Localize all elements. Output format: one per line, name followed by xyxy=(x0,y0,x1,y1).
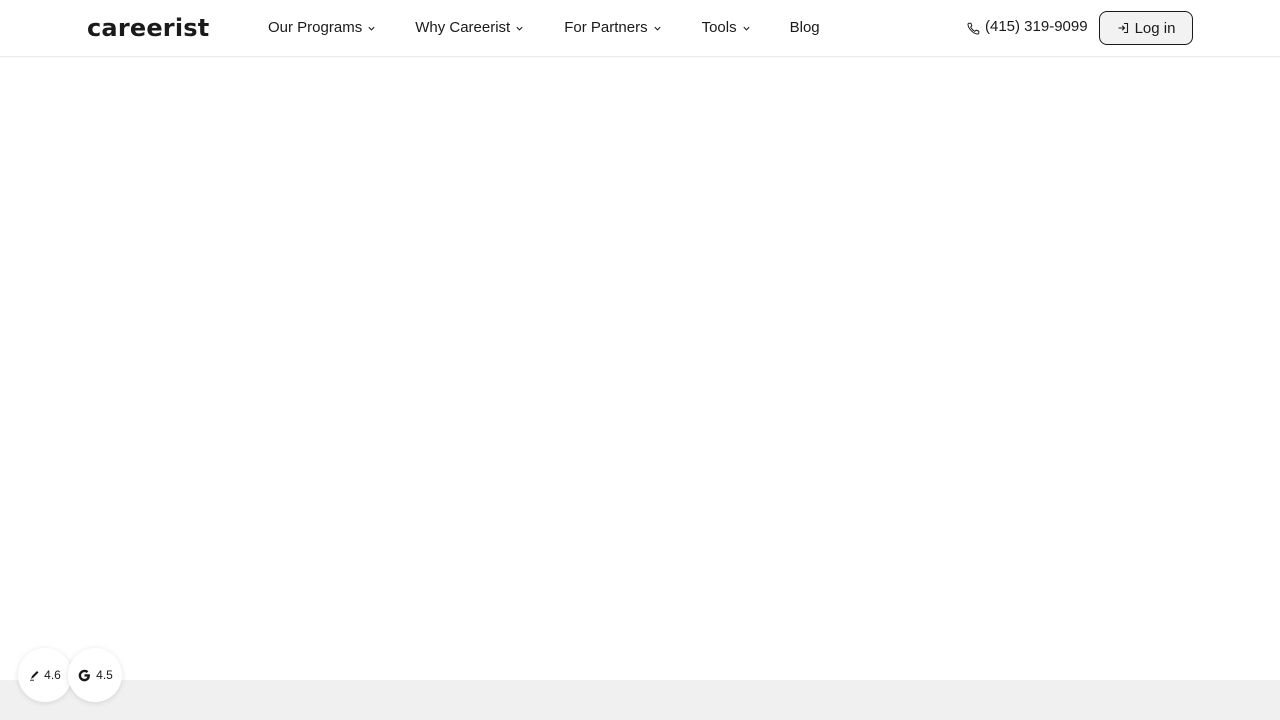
phone-icon xyxy=(967,22,980,35)
main-nav: Our Programs Why Careerist For Partners … xyxy=(268,18,820,38)
phone-number: (415) 319-9099 xyxy=(985,18,1088,35)
rating-badge[interactable]: 4.5 xyxy=(68,648,122,702)
chevron-down-icon xyxy=(743,26,750,31)
nav-our-programs[interactable]: Our Programs xyxy=(268,18,376,38)
chevron-down-icon xyxy=(654,26,661,31)
phone-link[interactable]: (415) 319-9099 xyxy=(966,17,1088,37)
footer-band xyxy=(0,680,1280,720)
nav-why-careerist-label: Why Careerist xyxy=(415,19,511,36)
nav-for-partners-label: For Partners xyxy=(564,19,648,36)
chevron-down-icon xyxy=(368,26,375,31)
google-icon xyxy=(78,669,91,681)
rating-badge[interactable]: 4.6 xyxy=(18,648,72,702)
login-icon xyxy=(1118,22,1128,34)
login-button[interactable]: Log in xyxy=(1099,11,1193,45)
nav-tools-label: Tools xyxy=(701,19,737,36)
nav-our-programs-label: Our Programs xyxy=(268,19,363,36)
nav-for-partners[interactable]: For Partners xyxy=(564,18,661,38)
careerist-logo[interactable]: careerist xyxy=(87,14,209,42)
nav-tools[interactable]: Tools xyxy=(702,18,751,38)
nav-why-careerist[interactable]: Why Careerist xyxy=(415,18,524,38)
rating-value: 4.5 xyxy=(96,668,113,682)
nav-blog[interactable]: Blog xyxy=(790,18,820,38)
site-header: careerist Our Programs Why Careerist For… xyxy=(0,0,1280,57)
pen-icon xyxy=(30,671,39,681)
rating-value: 4.6 xyxy=(44,668,61,682)
login-label: Log in xyxy=(1134,19,1176,37)
chevron-down-icon xyxy=(516,26,523,31)
nav-blog-label: Blog xyxy=(789,19,820,36)
